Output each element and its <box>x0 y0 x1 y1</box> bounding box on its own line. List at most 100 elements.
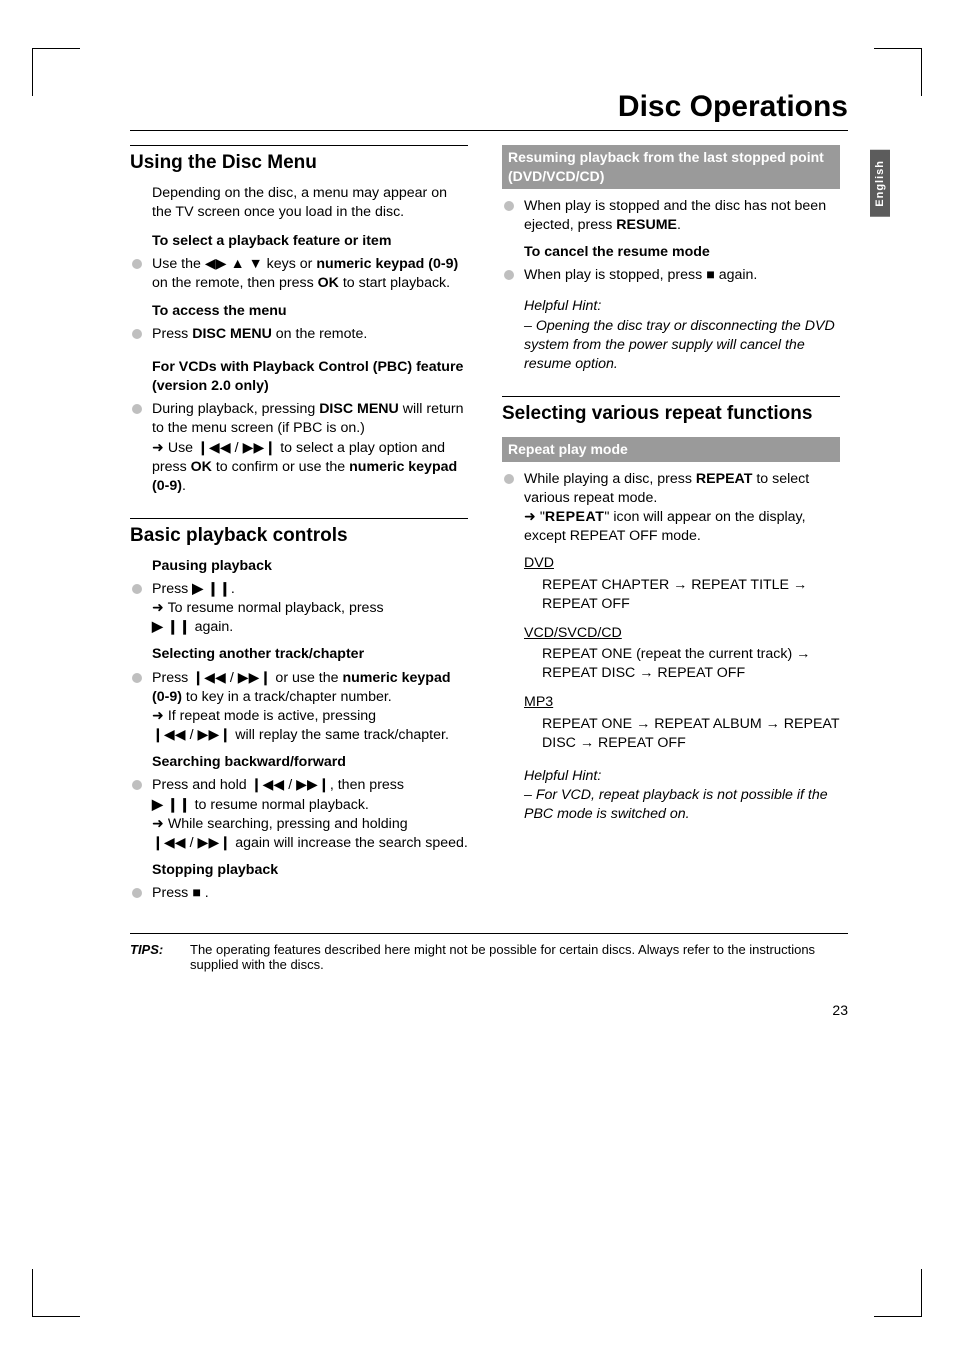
text: to resume normal playback. <box>191 797 369 813</box>
sub-searching: Searching backward/forward <box>152 753 468 772</box>
right-icon: ▶ <box>216 256 227 272</box>
playpause-icon: ▶ ❙❙ <box>152 619 191 635</box>
text: RESUME <box>616 217 677 233</box>
text: or use the <box>271 670 342 686</box>
sub-pausing: Pausing playback <box>152 557 468 576</box>
page-content: Disc Operations Using the Disc Menu Depe… <box>130 90 848 1018</box>
text: While searching, pressing and holding <box>168 816 408 832</box>
text: During playback, pressing <box>152 401 319 417</box>
text: on the remote. <box>272 326 367 342</box>
sub-selecting-track: Selecting another track/chapter <box>152 645 468 664</box>
label-dvd: DVD <box>524 554 840 573</box>
text: keys or <box>263 256 317 272</box>
text: will replay the same track/chapter. <box>231 727 449 743</box>
hint-label: Helpful Hint: <box>524 768 601 784</box>
text: , then press <box>330 777 404 793</box>
bullet-search: Press and hold ❙◀◀ / ▶▶❙, then press ▶ ❙… <box>130 776 468 853</box>
hint-label: Helpful Hint: <box>524 298 601 314</box>
text: Press <box>152 326 192 342</box>
text: DISC MENU <box>192 326 272 342</box>
hint-text: – Opening the disc tray or disconnecting… <box>524 318 835 372</box>
bullet-repeat: While playing a disc, press REPEAT to se… <box>502 470 840 547</box>
arrow-icon: ➜ <box>152 708 164 724</box>
text: OK <box>191 459 212 475</box>
section-repeat: Selecting various repeat functions <box>502 396 840 427</box>
next-icon: ▶▶❙ <box>296 777 330 793</box>
page-number: 23 <box>130 1002 848 1018</box>
text: DISC MENU <box>319 401 399 417</box>
next-icon: ▶▶❙ <box>198 727 232 743</box>
columns: Using the Disc Menu Depending on the dis… <box>130 145 848 903</box>
section-using-disc-menu: Using the Disc Menu <box>130 145 468 176</box>
playpause-icon: ▶ ❙❙ <box>152 797 191 813</box>
sub-stopping: Stopping playback <box>152 861 468 880</box>
down-icon: ▼ <box>249 256 263 272</box>
up-icon: ▲ <box>231 256 245 272</box>
text: again. <box>191 619 234 635</box>
text: . <box>205 885 209 901</box>
bullet-pbc: During playback, pressing DISC MENU will… <box>130 400 468 496</box>
intro-text: Depending on the disc, a menu may appear… <box>152 184 468 222</box>
text: Press <box>152 670 192 686</box>
bullet-select-feature: Use the ◀▶ ▲ ▼ keys or numeric keypad (0… <box>130 255 468 293</box>
arrow-icon: ➜ <box>152 600 164 616</box>
text: . <box>182 478 186 494</box>
prev-icon: ❙◀◀ <box>152 727 186 743</box>
text: on the remote, then press <box>152 275 318 291</box>
prev-icon: ❙◀◀ <box>197 440 231 456</box>
prev-icon: ❙◀◀ <box>192 670 226 686</box>
text: OK <box>318 275 339 291</box>
text: REPEAT <box>545 509 605 525</box>
seq-mp3: REPEAT ONE → REPEAT ALBUM → REPEAT DISC … <box>542 715 840 753</box>
crop-mark-bl <box>32 1269 80 1317</box>
seq-dvd: REPEAT CHAPTER → REPEAT TITLE → REPEAT O… <box>542 576 840 614</box>
shaded-repeat: Repeat play mode <box>502 437 840 462</box>
text: again will increase the search speed. <box>231 835 468 851</box>
bullet-pause: Press ▶ ❙❙. ➜ To resume normal playback,… <box>130 580 468 638</box>
page-title: Disc Operations <box>130 90 848 131</box>
text: . <box>677 217 681 233</box>
sub-select-feature: To select a playback feature or item <box>152 232 468 251</box>
text: to key in a track/chapter number. <box>182 689 392 705</box>
text: numeric keypad (0-9) <box>316 256 458 272</box>
text: Use <box>168 440 197 456</box>
text: If repeat mode is active, pressing <box>168 708 376 724</box>
hint-text: – For VCD, repeat playback is not possib… <box>524 787 828 822</box>
left-column: Using the Disc Menu Depending on the dis… <box>130 145 468 903</box>
seq-vcd: REPEAT ONE (repeat the current track) → … <box>542 645 840 683</box>
prev-icon: ❙◀◀ <box>251 777 285 793</box>
stop-icon: ■ <box>192 885 201 901</box>
text: to start playback. <box>339 275 450 291</box>
crop-mark-tl <box>32 48 80 96</box>
text: . <box>231 581 235 597</box>
right-column: Resuming playback from the last stopped … <box>502 145 840 903</box>
text: Press and hold <box>152 777 251 793</box>
bullet-stop: Press ■ . <box>130 884 468 903</box>
tips-footer: TIPS: The operating features described h… <box>130 933 848 972</box>
bullet-cancel-resume: When play is stopped, press ■ again. <box>502 266 840 285</box>
hint-repeat: Helpful Hint: – For VCD, repeat playback… <box>524 767 840 825</box>
section-basic-playback: Basic playback controls <box>130 518 468 549</box>
crop-mark-tr <box>874 48 922 96</box>
next-icon: ▶▶❙ <box>238 670 272 686</box>
text: REPEAT <box>696 471 753 487</box>
crop-mark-br <box>874 1269 922 1317</box>
bullet-select-track: Press ❙◀◀ / ▶▶❙ or use the numeric keypa… <box>130 669 468 746</box>
text: Press <box>152 885 192 901</box>
shaded-resume: Resuming playback from the last stopped … <box>502 145 840 189</box>
stop-icon: ■ <box>706 267 715 283</box>
text: Press <box>152 581 192 597</box>
label-vcd: VCD/SVCD/CD <box>524 624 840 643</box>
hint-resume: Helpful Hint: – Opening the disc tray or… <box>524 297 840 374</box>
text: again. <box>715 267 758 283</box>
arrow-icon: ➜ <box>152 816 164 832</box>
language-tab: English <box>870 150 890 217</box>
playpause-icon: ▶ ❙❙ <box>192 581 231 597</box>
text: to confirm or use the <box>212 459 349 475</box>
text: To resume normal playback, press <box>168 600 384 616</box>
sub-cancel-resume: To cancel the resume mode <box>524 243 840 262</box>
sub-pbc: For VCDs with Playback Control (PBC) fea… <box>152 358 468 396</box>
next-icon: ▶▶❙ <box>198 835 232 851</box>
next-icon: ▶▶❙ <box>243 440 277 456</box>
text: Use the <box>152 256 205 272</box>
